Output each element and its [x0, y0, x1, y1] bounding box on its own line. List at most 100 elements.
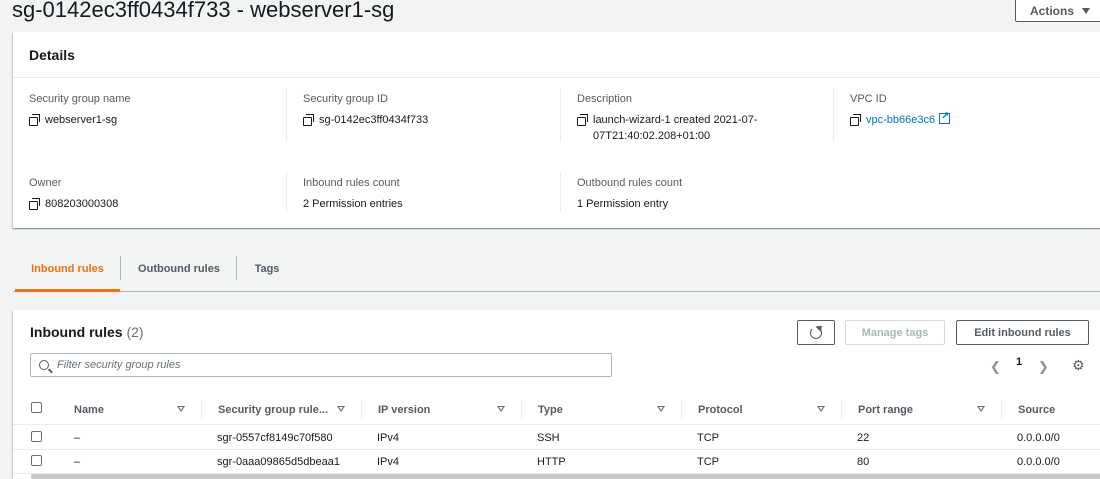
cell-protocol: TCP: [697, 456, 719, 468]
security-group-id-value: sg-0142ec3ff0434f733: [319, 114, 429, 126]
field-label: Inbound rules count: [303, 177, 400, 189]
description-value: launch-wizard-1 created 2021-07-07T21:40…: [593, 114, 758, 142]
sort-icon[interactable]: [337, 406, 345, 412]
column-divider: [521, 401, 522, 419]
divider: [286, 172, 287, 212]
row-checkbox[interactable]: [31, 455, 42, 466]
field-value: 2 Permission entries: [303, 196, 403, 212]
column-header-ip-version[interactable]: IP version: [378, 395, 430, 425]
vpc-id-link[interactable]: vpc-bb66e3c6: [866, 109, 951, 128]
column-header-source[interactable]: Source: [1018, 395, 1055, 425]
cell-ip-version: IPv4: [377, 432, 400, 444]
caret-down-icon: [1082, 7, 1090, 14]
chevron-left-icon[interactable]: ❮: [990, 359, 1001, 375]
row-checkbox[interactable]: [31, 431, 42, 442]
page-number[interactable]: 1: [1016, 356, 1022, 368]
cell-name: –: [74, 456, 81, 468]
copy-icon[interactable]: [303, 114, 314, 126]
external-link-icon: [939, 109, 951, 125]
cell-source: 0.0.0.0/0: [1017, 432, 1060, 444]
horizontal-scrollbar[interactable]: [31, 474, 1100, 479]
refresh-button[interactable]: [797, 320, 835, 345]
tab-bar: Inbound rules Outbound rules Tags: [13, 246, 1100, 292]
cell-protocol: TCP: [697, 432, 719, 444]
tab-tags[interactable]: Tags: [243, 246, 291, 292]
copy-icon[interactable]: [850, 114, 861, 126]
field-label: Outbound rules count: [577, 177, 683, 189]
tab-outbound-rules[interactable]: Outbound rules: [125, 246, 233, 292]
field-label: Security group ID: [303, 93, 388, 105]
field-vpc-id: VPC ID vpc-bb66e3c6: [850, 92, 951, 128]
sort-icon[interactable]: [977, 406, 985, 412]
field-value: 808203000308: [29, 196, 118, 212]
field-label: Description: [577, 93, 633, 105]
copy-icon[interactable]: [577, 114, 588, 126]
field-value: sg-0142ec3ff0434f733: [303, 112, 428, 128]
copy-icon[interactable]: [29, 114, 40, 126]
table-row[interactable]: – sgr-0aaa09865d5dbeaa1 IPv4 HTTP TCP 80…: [13, 450, 1100, 474]
security-group-name-value: webserver1-sg: [45, 114, 118, 126]
field-outbound-rules-count: Outbound rules count 1 Permission entry: [577, 176, 682, 212]
cell-name: –: [74, 432, 81, 444]
cell-type: SSH: [537, 432, 560, 444]
cell-source: 0.0.0.0/0: [1017, 456, 1060, 468]
gear-icon[interactable]: ⚙: [1072, 357, 1085, 374]
owner-value: 808203000308: [45, 198, 119, 210]
select-all-checkbox[interactable]: [31, 402, 42, 413]
cell-port-range: 22: [857, 432, 870, 444]
details-panel: Details Security group name webserver1-s…: [13, 32, 1100, 228]
cell-port-range: 80: [857, 456, 870, 468]
table-header: Name Security group rule... IP version T…: [13, 395, 1100, 425]
column-divider: [201, 401, 202, 419]
column-divider: [681, 401, 682, 419]
tab-divider: [120, 256, 121, 280]
field-security-group-id: Security group ID sg-0142ec3ff0434f733: [303, 92, 428, 128]
column-divider: [841, 401, 842, 419]
cell-type: HTTP: [537, 456, 566, 468]
sort-icon[interactable]: [817, 406, 825, 412]
column-header-type[interactable]: Type: [538, 395, 563, 425]
divider: [560, 172, 561, 212]
manage-tags-button[interactable]: Manage tags: [845, 320, 945, 345]
field-security-group-name: Security group name webserver1-sg: [29, 92, 131, 128]
sort-icon[interactable]: [177, 406, 185, 412]
column-header-name[interactable]: Name: [74, 395, 104, 425]
filter-input[interactable]: [57, 359, 577, 371]
field-inbound-rules-count: Inbound rules count 2 Permission entries: [303, 176, 403, 212]
column-header-protocol[interactable]: Protocol: [698, 395, 743, 425]
cell-ip-version: IPv4: [377, 456, 400, 468]
field-description: Description launch-wizard-1 created 2021…: [577, 92, 788, 144]
divider: [833, 88, 834, 142]
inbound-rules-count: (2): [126, 324, 144, 340]
page: sg-0142ec3ff0434f733 - webserver1-sg Act…: [0, 0, 1100, 479]
sort-icon[interactable]: [657, 406, 665, 412]
tab-inbound-rules[interactable]: Inbound rules: [15, 246, 120, 292]
column-divider: [361, 401, 362, 419]
column-header-port-range[interactable]: Port range: [858, 395, 913, 425]
field-owner: Owner 808203000308: [29, 176, 118, 212]
field-value: 1 Permission entry: [577, 196, 682, 212]
table-row[interactable]: – sgr-0557cf8149c70f580 IPv4 SSH TCP 22 …: [13, 426, 1100, 450]
edit-inbound-rules-button[interactable]: Edit inbound rules: [956, 320, 1089, 345]
inbound-rules-heading: Inbound rules: [30, 324, 123, 340]
sort-icon[interactable]: [497, 406, 505, 412]
inbound-rules-count-value: 2 Permission entries: [303, 198, 403, 210]
details-header: Details: [13, 32, 1100, 78]
field-label: Security group name: [29, 93, 131, 105]
cell-rule-id: sgr-0557cf8149c70f580: [217, 432, 333, 444]
refresh-icon: [810, 326, 822, 339]
divider: [560, 88, 561, 142]
copy-icon[interactable]: [29, 198, 40, 210]
column-header-rule-id[interactable]: Security group rule...: [218, 395, 328, 425]
tab-divider: [236, 256, 237, 280]
actions-label: Actions: [1029, 3, 1074, 18]
field-label: VPC ID: [850, 93, 887, 105]
field-value: vpc-bb66e3c6: [850, 109, 951, 128]
filter-field[interactable]: [30, 353, 612, 377]
actions-button[interactable]: Actions: [1015, 0, 1100, 22]
inbound-rules-panel: Inbound rules (2) Manage tags Edit inbou…: [13, 310, 1100, 479]
cell-rule-id: sgr-0aaa09865d5dbeaa1: [217, 456, 340, 468]
outbound-rules-count-value: 1 Permission entry: [577, 198, 669, 210]
chevron-right-icon[interactable]: ❯: [1038, 359, 1049, 375]
page-title: sg-0142ec3ff0434f733 - webserver1-sg: [12, 0, 395, 22]
